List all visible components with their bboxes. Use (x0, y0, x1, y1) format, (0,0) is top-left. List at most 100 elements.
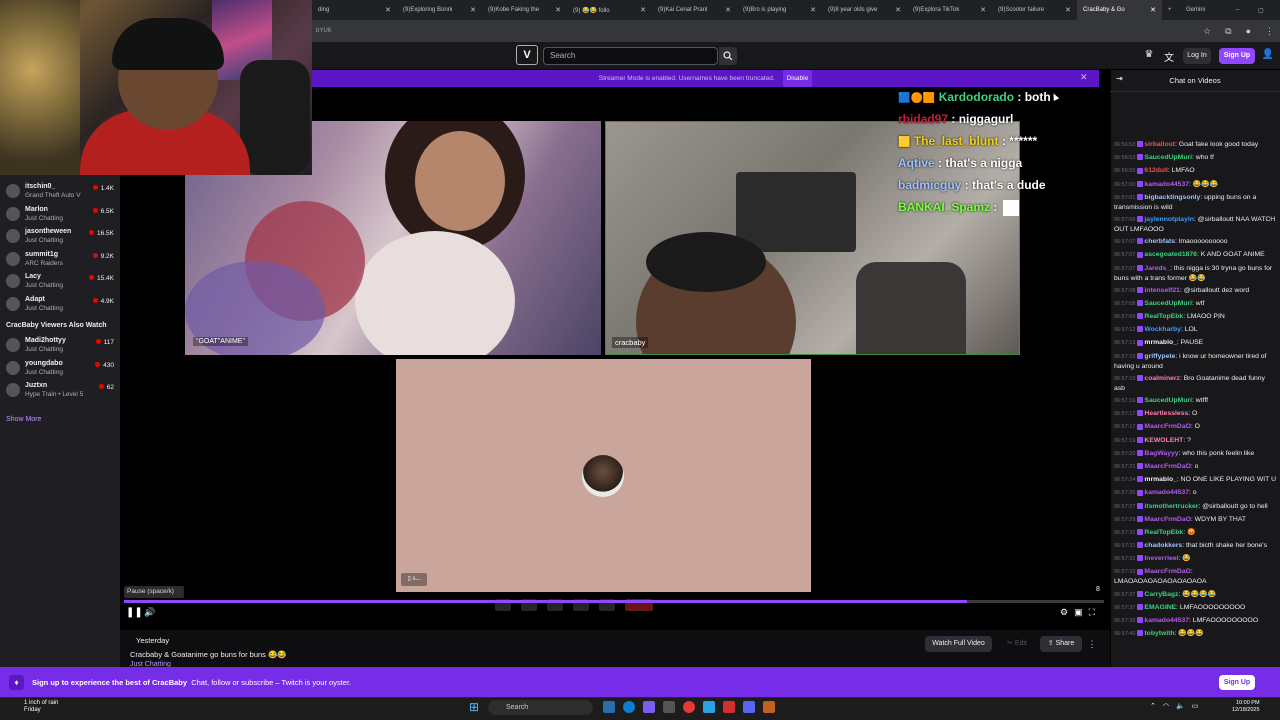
user-icon[interactable]: 👤 (1261, 49, 1275, 63)
login-button[interactable]: Log In (1183, 48, 1211, 64)
minimize-icon[interactable]: – (1230, 0, 1252, 20)
app-icon[interactable] (763, 701, 775, 713)
telegram-icon[interactable] (703, 701, 715, 713)
chat-username[interactable]: Heartlessless (1144, 410, 1188, 417)
chat-username[interactable]: ascegoated1876 (1144, 251, 1197, 258)
close-tab-icon[interactable]: ✕ (385, 6, 391, 14)
chrome-icon[interactable] (683, 701, 695, 713)
close-tab-icon[interactable]: ✕ (980, 6, 986, 14)
maximize-icon[interactable]: ▢ (1252, 0, 1274, 20)
chat-username[interactable]: jaylennotplayin (1144, 216, 1193, 223)
watch-full-video-button[interactable]: Watch Full Video (925, 636, 992, 652)
signup-button[interactable]: Sign Up (1219, 48, 1255, 64)
profile-icon[interactable]: ● (1246, 26, 1251, 37)
volume-icon[interactable]: 🔊 (144, 607, 156, 619)
discord-icon[interactable] (743, 701, 755, 713)
chat-username[interactable]: SaucedUpMuri (1144, 300, 1192, 307)
pause-button[interactable]: ❚❚ (126, 607, 143, 619)
more-options-icon[interactable]: ⋮ (1086, 636, 1098, 652)
chat-username[interactable]: Ineverrleel (1144, 555, 1178, 562)
chat-username[interactable]: chadokkers (1144, 542, 1182, 549)
chat-username[interactable]: BagWayyy (1144, 450, 1178, 457)
channel-item[interactable]: Lacy Just Chatting 15.4K (0, 271, 120, 293)
chevron-up-icon[interactable]: ⌃ (1150, 702, 1156, 710)
channel-item[interactable]: Adapt Just Chatting 4.9K (0, 294, 120, 316)
new-tab-button[interactable]: + (1162, 0, 1180, 20)
search-input[interactable]: Search (543, 47, 718, 65)
translate-icon[interactable]: 文 (1162, 49, 1176, 64)
battery-icon[interactable]: ▭ (1192, 702, 1199, 710)
close-tab-icon[interactable]: ✕ (470, 6, 476, 14)
chat-message-list[interactable]: 06:56:53 sirballout: Goat fake look good … (1114, 140, 1276, 665)
chat-username[interactable]: EMAGINE (1144, 604, 1176, 611)
browser-tab[interactable]: (9)8 year olds give ✕ (822, 0, 907, 20)
close-tab-icon[interactable]: ✕ (555, 6, 561, 14)
chat-username[interactable]: griffypete (1144, 353, 1175, 360)
extensions-icon[interactable]: ⧉ (1225, 26, 1231, 37)
chat-username[interactable]: MaarcFrmDaO (1144, 423, 1190, 430)
chat-username[interactable]: itsmothertrucker (1144, 503, 1198, 510)
chat-username[interactable]: SaucedUpMuri (1144, 397, 1192, 404)
search-button[interactable] (719, 47, 737, 65)
chat-username[interactable]: RealTopEbk (1144, 313, 1183, 320)
channel-item[interactable]: summit1g ARC Raiders 9.2K (0, 249, 120, 271)
edit-button[interactable]: ✂ Edit (997, 636, 1037, 652)
disable-streamer-mode-button[interactable]: Disable (782, 70, 813, 87)
browser-tab[interactable]: (9) 😂😂 follo ✕ (567, 0, 652, 20)
chat-username[interactable]: MaarcFrmDaO (1144, 568, 1190, 575)
browser-tab[interactable]: (9)Explora TikTok ✕ (907, 0, 992, 20)
channel-item[interactable]: Marlon Just Chatting 6.5K (0, 204, 120, 226)
chat-username[interactable]: tobytwith (1144, 630, 1174, 637)
close-icon[interactable]: ✕ (1080, 72, 1088, 83)
file-explorer-icon[interactable] (603, 701, 615, 713)
chat-username[interactable]: CarryBagz (1144, 591, 1178, 598)
crown-icon[interactable]: ♛ (1142, 49, 1156, 63)
channel-item[interactable]: youngdabo Just Chatting 430 (0, 358, 120, 380)
chat-username[interactable]: intenself21 (1144, 287, 1180, 294)
menu-icon[interactable]: ⋮ (1265, 26, 1274, 37)
channel-item[interactable]: Juztxn Hype Train • Level 5 62 (0, 380, 120, 402)
browser-tab[interactable]: (9)Bro is playing ✕ (737, 0, 822, 20)
settings-icon[interactable] (663, 701, 675, 713)
chat-username[interactable]: bigbacktingsonly (1144, 194, 1200, 201)
chat-username[interactable]: 612dull (1144, 167, 1167, 174)
chat-username[interactable]: MaarcFrmDaO (1144, 516, 1190, 523)
chat-username[interactable]: cherbfats (1144, 238, 1175, 245)
browser-tab[interactable]: ding ✕ (312, 0, 397, 20)
close-tab-icon[interactable]: ✕ (895, 6, 901, 14)
app-icon[interactable] (723, 701, 735, 713)
settings-icon[interactable]: ⚙ (1060, 607, 1068, 618)
close-tab-icon[interactable]: ✕ (1065, 6, 1071, 14)
windows-start-icon[interactable]: ⊞ (469, 701, 481, 713)
chat-username[interactable]: coalminerz (1144, 375, 1180, 382)
chat-username[interactable]: kamado44537 (1144, 617, 1189, 624)
chat-username[interactable]: RealTopEbk (1144, 529, 1183, 536)
chat-username[interactable]: kamado44537 (1144, 489, 1189, 496)
show-more-link[interactable]: Show More (6, 416, 41, 423)
browser-tab[interactable]: (9)Kobe Faking the ✕ (482, 0, 567, 20)
chat-username[interactable]: kamado44537 (1144, 181, 1189, 188)
chat-username[interactable]: MaarcFrmDaO (1144, 463, 1190, 470)
speaker-icon[interactable]: 🔈 (1176, 702, 1185, 710)
taskbar-search[interactable]: Search (488, 700, 593, 715)
fullscreen-icon[interactable]: ⛶ (1089, 607, 1095, 618)
chat-username[interactable]: Jareds_ (1144, 265, 1170, 272)
chat-username[interactable]: KEWOLEHT (1144, 437, 1183, 444)
browser-tab[interactable]: (9)Exploring Bonni ✕ (397, 0, 482, 20)
theatre-mode-icon[interactable]: ▣ (1074, 607, 1083, 618)
twitch-logo-icon[interactable]: V (516, 45, 538, 65)
close-tab-icon[interactable]: ✕ (810, 6, 816, 14)
channel-item[interactable]: itschin0_ Grand Theft Auto V 1.4K (0, 181, 120, 203)
star-icon[interactable]: ☆ (1203, 26, 1211, 37)
close-tab-icon[interactable]: ✕ (725, 6, 731, 14)
banner-signup-button[interactable]: Sign Up (1219, 675, 1255, 690)
collapse-chat-icon[interactable]: ⇥ (1116, 74, 1123, 83)
chat-username[interactable]: sirballout (1144, 141, 1175, 148)
channel-item[interactable]: jasontheween Just Chatting 16.5K (0, 226, 120, 248)
store-icon[interactable] (643, 701, 655, 713)
browser-tab[interactable]: (9)Kai Cenat Pranl ✕ (652, 0, 737, 20)
taskbar-clock[interactable]: 10:00 PM 12/18/2025 (1232, 700, 1260, 714)
weather-widget[interactable]: 1 inch of rain Friday (24, 700, 58, 714)
share-button[interactable]: ⇪ Share (1040, 636, 1082, 652)
chat-username[interactable]: mrmablo_ (1144, 339, 1176, 346)
